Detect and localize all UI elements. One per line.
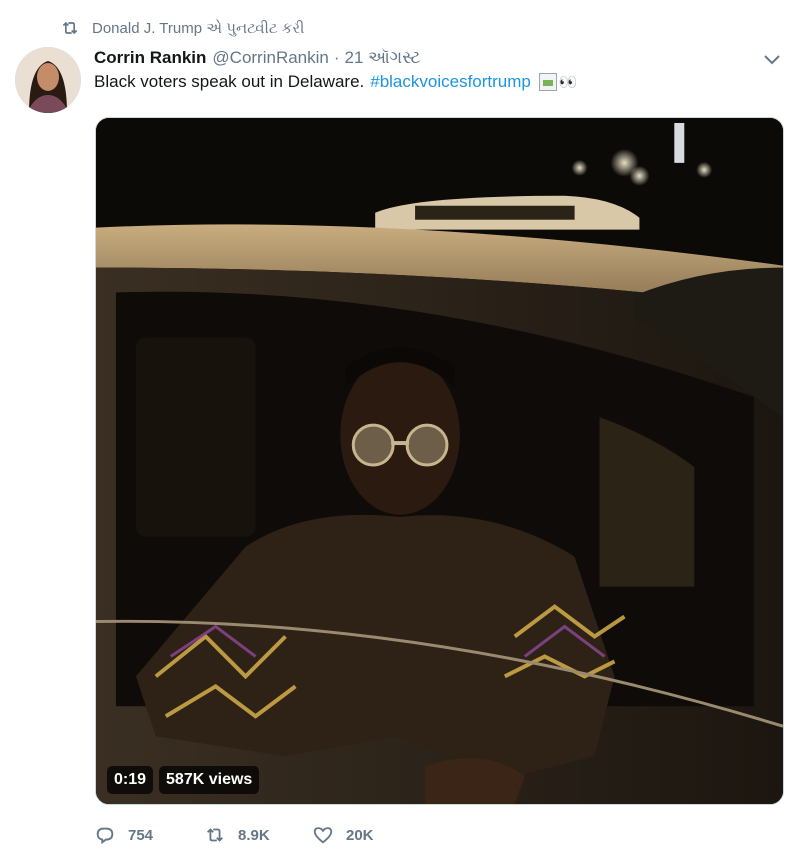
retweet-button[interactable]: 8.9K (204, 824, 312, 846)
retweet-context[interactable]: Donald J. Trump એ પુનટ્વીટ કરી (60, 16, 304, 40)
video-overlay: 0:19 587K views (107, 766, 260, 794)
retweet-context-text: Donald J. Trump એ પુનટ્વીટ કરી (92, 19, 305, 37)
retweet-count: 8.9K (238, 826, 270, 844)
video-duration: 0:19 (107, 766, 154, 794)
hashtag-link[interactable]: #blackvoicesfortrump (370, 72, 531, 92)
separator-dot: · (333, 48, 340, 67)
tweet-text: Black voters speak out in Delaware. #bla… (94, 72, 578, 92)
retweet-icon (62, 21, 78, 35)
video-views: 587K views (159, 766, 260, 794)
like-button[interactable]: 20K (312, 824, 374, 846)
chevron-down-icon[interactable] (762, 52, 782, 68)
tweet-body: Black voters speak out in Delaware. (94, 72, 365, 91)
avatar[interactable] (15, 47, 81, 113)
retweet-icon (207, 828, 223, 842)
eyes-emoji: 👀 (558, 74, 578, 91)
like-count: 20K (346, 826, 374, 844)
reply-button[interactable]: 754 (94, 824, 204, 846)
reply-icon (96, 827, 114, 845)
author-name[interactable]: Corrin Rankin (94, 48, 206, 68)
tweet-date[interactable]: 21 ઑગસ્ટ (345, 48, 421, 68)
video-frame (96, 118, 783, 804)
broken-image-icon (538, 73, 557, 91)
reply-count: 754 (128, 826, 154, 844)
video-player[interactable] (95, 117, 784, 805)
tweet-header: Corrin Rankin @CorrinRankin · 21 ઑગસ્ટ (94, 46, 780, 70)
tweet-actions: 754 8.9K 20K (94, 822, 374, 848)
author-handle[interactable]: @CorrinRankin (212, 48, 328, 68)
heart-icon (313, 827, 333, 844)
